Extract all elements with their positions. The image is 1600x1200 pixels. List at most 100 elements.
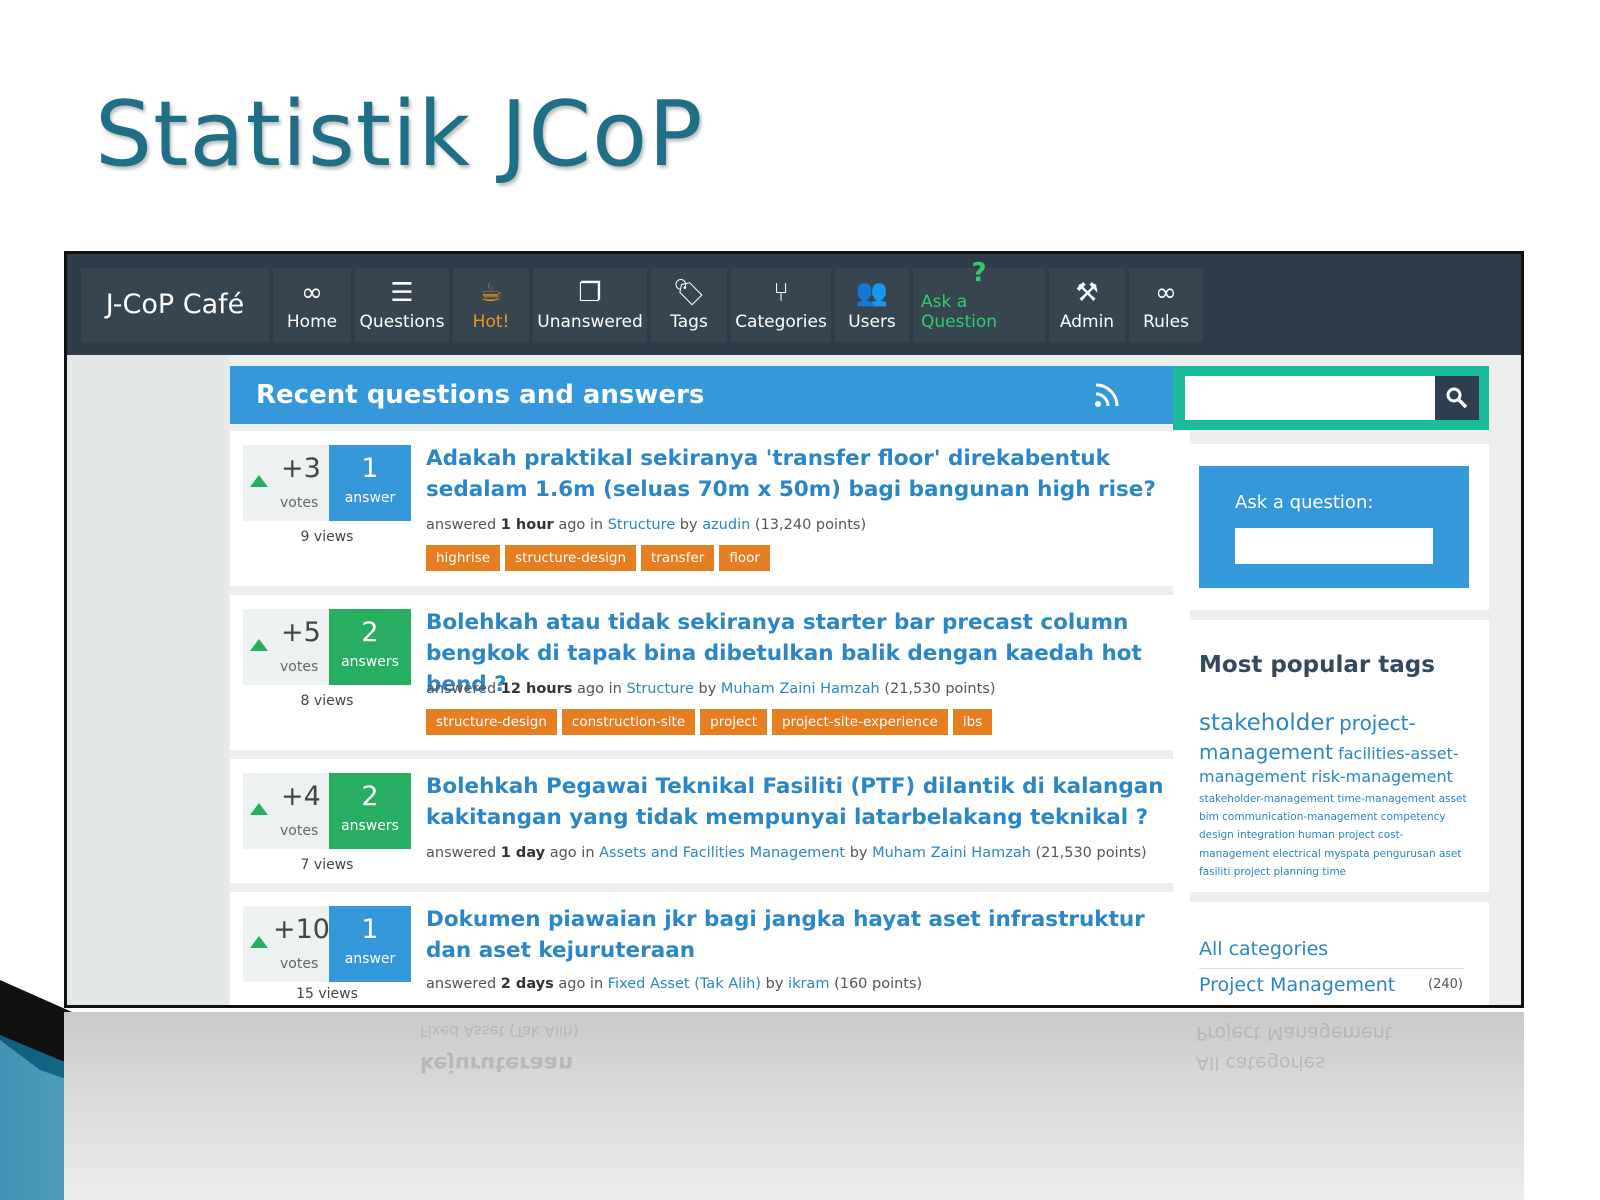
- search-icon: [1446, 387, 1468, 409]
- ask-question-input[interactable]: [1235, 528, 1433, 564]
- nav-ask-question[interactable]: ? Ask a Question: [913, 258, 1045, 342]
- top-navbar: J-CoP Café ∞ Home ☰ Questions ☕ Hot! ❐ U…: [67, 254, 1521, 355]
- user-link[interactable]: azudin: [702, 517, 750, 533]
- tag-cloud-small-items[interactable]: stakeholder-management time-management a…: [1199, 790, 1469, 882]
- search-button[interactable]: [1435, 376, 1479, 420]
- category-link[interactable]: Project Management: [1199, 974, 1395, 996]
- question-item: +3 votes 1 answer 9 views Adakah praktik…: [230, 431, 1190, 586]
- tag-cloud-item[interactable]: management: [1199, 767, 1306, 786]
- tag[interactable]: ibs: [952, 709, 993, 735]
- upvote-icon[interactable]: [250, 639, 268, 651]
- tag-icon: 🏷: [672, 278, 706, 308]
- meta-by: by: [679, 517, 698, 533]
- nav-label: Admin: [1059, 312, 1115, 332]
- nav-unanswered[interactable]: ❐ Unanswered: [533, 268, 647, 342]
- infinity-icon: ∞: [1155, 278, 1177, 308]
- answer-count: 2: [361, 617, 379, 648]
- branch-icon: ⑂: [773, 278, 789, 308]
- category-link[interactable]: Fixed Asset (Tak Alih): [608, 976, 761, 992]
- nav-rules[interactable]: ∞ Rules: [1129, 268, 1203, 342]
- answer-label: answer: [344, 490, 396, 506]
- tag[interactable]: floor: [719, 545, 770, 571]
- question-item: +5 votes 2 answers 8 views Bolehkah atau…: [230, 595, 1190, 750]
- tag[interactable]: highrise: [426, 545, 501, 571]
- user-points: (21,530 points): [1035, 845, 1147, 861]
- tag[interactable]: structure-design: [505, 545, 636, 571]
- upvote-icon[interactable]: [250, 936, 268, 948]
- tag-cloud-item[interactable]: facilities-asset-: [1338, 744, 1459, 763]
- question-item: +10 votes 1 answer 15 views Dokumen piaw…: [230, 892, 1190, 1005]
- category-link[interactable]: Structure: [626, 681, 693, 697]
- question-title-link[interactable]: Dokumen piawaian jkr bagi jangka hayat a…: [426, 904, 1166, 966]
- meta-time: 1 day: [500, 845, 546, 861]
- reflection-text-4: All categories: [1196, 1052, 1326, 1074]
- nav-label: Home: [286, 312, 338, 332]
- user-points: (13,240 points): [754, 517, 867, 533]
- vote-box: +10 votes: [243, 906, 330, 982]
- ask-question-box: Ask a question:: [1199, 466, 1469, 588]
- ask-question-label: Ask a question:: [1235, 492, 1374, 513]
- meta-ago: ago in: [558, 976, 604, 992]
- site-logo[interactable]: J-CoP Café: [81, 268, 269, 342]
- documents-icon: ❐: [578, 278, 602, 308]
- upvote-icon[interactable]: [250, 475, 268, 487]
- question-title-link[interactable]: Bolehkah Pegawai Teknikal Fasiliti (PTF)…: [426, 771, 1166, 833]
- category-link[interactable]: Assets and Facilities Management: [599, 845, 845, 861]
- vote-count: +10: [273, 914, 330, 945]
- tag-cloud-item[interactable]: stakeholder: [1199, 710, 1334, 736]
- answer-count-box: 1 answer: [329, 445, 411, 521]
- question-title-link[interactable]: Adakah praktikal sekiranya 'transfer flo…: [426, 443, 1166, 505]
- user-link[interactable]: Muham Zaini Hamzah: [721, 681, 880, 697]
- meta-by: by: [765, 976, 784, 992]
- category-link[interactable]: Structure: [608, 517, 675, 533]
- view-count: 8 views: [300, 693, 354, 709]
- infinity-icon: ∞: [301, 278, 323, 308]
- tag-cloud-item[interactable]: risk-management: [1311, 767, 1453, 786]
- meta-prefix: answered: [426, 976, 497, 992]
- slide: Fixed Asset (Tak Alih) kejuruteraan Proj…: [0, 0, 1600, 1200]
- user-link[interactable]: ikram: [788, 976, 829, 992]
- popular-tags-title: Most popular tags: [1199, 652, 1435, 678]
- tag[interactable]: project-site-experience: [772, 709, 948, 735]
- vote-box: +3 votes: [243, 445, 329, 521]
- search-input[interactable]: [1185, 376, 1435, 420]
- meta-time: 12 hours: [500, 681, 573, 697]
- tag-list: highrise structure-design transfer floor: [426, 545, 775, 571]
- tag-cloud-item[interactable]: management: [1199, 740, 1333, 764]
- tag[interactable]: transfer: [641, 545, 715, 571]
- nav-hot[interactable]: ☕ Hot!: [453, 268, 529, 342]
- nav-label: Questions: [359, 312, 445, 332]
- category-count: (240): [1428, 977, 1463, 992]
- meta-by: by: [849, 845, 868, 861]
- coffee-cup-icon: ☕: [479, 278, 503, 308]
- nav-home[interactable]: ∞ Home: [273, 268, 351, 342]
- nav-admin[interactable]: ⚒ Admin: [1049, 268, 1125, 342]
- tag[interactable]: construction-site: [561, 709, 696, 735]
- tag-cloud-item[interactable]: project-: [1339, 711, 1416, 735]
- vote-label: votes: [280, 659, 319, 675]
- nav-tags[interactable]: 🏷 Tags: [651, 268, 727, 342]
- answer-label: answer: [344, 951, 396, 967]
- user-link[interactable]: Muham Zaini Hamzah: [872, 845, 1031, 861]
- tag[interactable]: structure-design: [426, 709, 557, 735]
- nav-questions[interactable]: ☰ Questions: [355, 268, 449, 342]
- view-count: 15 views: [296, 986, 358, 1002]
- vote-label: votes: [280, 823, 319, 839]
- tag[interactable]: project: [700, 709, 767, 735]
- main-nav: ∞ Home ☰ Questions ☕ Hot! ❐ Unanswered 🏷: [273, 258, 1207, 342]
- nav-label: Categories: [735, 312, 827, 332]
- question-item: +4 votes 2 answers 7 views Bolehkah Pega…: [230, 759, 1190, 883]
- categories-panel: All categories Project Management (240): [1173, 902, 1489, 1005]
- frame-reflection: Fixed Asset (Tak Alih) kejuruteraan Proj…: [64, 1012, 1524, 1200]
- upvote-icon[interactable]: [250, 803, 268, 815]
- all-categories-link[interactable]: All categories: [1199, 938, 1328, 960]
- rss-icon[interactable]: [1094, 382, 1120, 408]
- nav-label: Users: [848, 312, 896, 332]
- section-title: Recent questions and answers: [256, 380, 705, 410]
- nav-categories[interactable]: ⑂ Categories: [731, 268, 831, 342]
- list-icon: ☰: [390, 278, 414, 308]
- nav-users[interactable]: 👥 Users: [835, 268, 909, 342]
- vote-box: +5 votes: [243, 609, 329, 685]
- tag-cloud: stakeholder project- management faciliti…: [1199, 708, 1469, 882]
- popular-tags-panel: Most popular tags stakeholder project- m…: [1173, 620, 1489, 892]
